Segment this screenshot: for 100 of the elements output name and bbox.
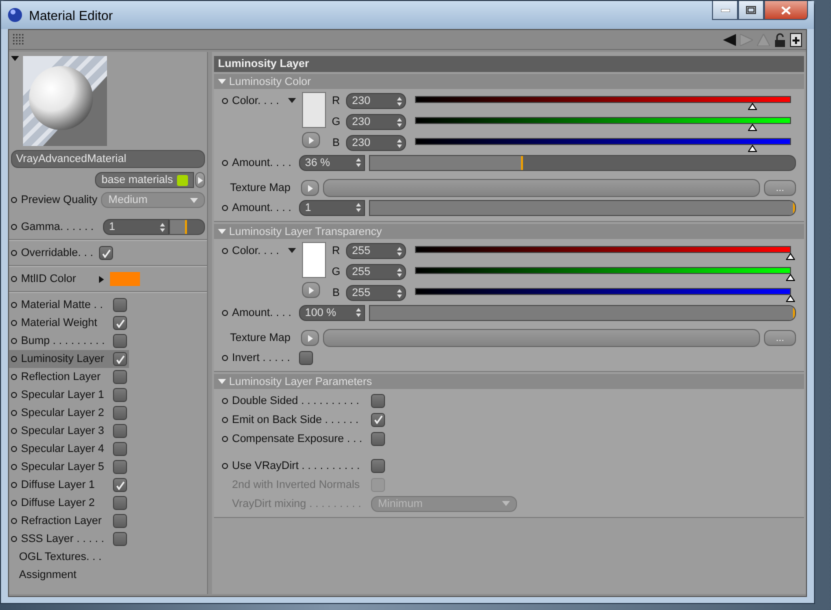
layer-row[interactable]: SSS Layer . . . . . bbox=[9, 530, 129, 548]
checkbox[interactable] bbox=[113, 496, 127, 510]
expand-button[interactable] bbox=[302, 132, 320, 148]
value-field[interactable]: 230 bbox=[346, 93, 406, 109]
layer-row[interactable]: Bump . . . . . . . . . bbox=[9, 332, 129, 350]
checkbox[interactable] bbox=[299, 350, 313, 364]
checkbox[interactable] bbox=[113, 442, 127, 456]
caret-icon bbox=[218, 229, 226, 234]
spin-arrows-icon[interactable] bbox=[397, 138, 402, 148]
checkbox[interactable] bbox=[371, 432, 385, 446]
slider-track[interactable] bbox=[369, 154, 796, 170]
menu-item[interactable]: OGL Textures. . . bbox=[19, 550, 102, 564]
slider-fill[interactable] bbox=[170, 220, 187, 234]
value-field[interactable]: 1 bbox=[299, 200, 365, 216]
expand-button[interactable] bbox=[301, 180, 319, 196]
layer-row[interactable]: Refraction Layer bbox=[9, 512, 129, 530]
spin-arrows-icon[interactable] bbox=[397, 268, 402, 276]
color-swatch[interactable] bbox=[302, 242, 326, 278]
value-field[interactable]: 100 % bbox=[299, 304, 365, 320]
material-name-field[interactable]: VrayAdvancedMaterial bbox=[11, 150, 205, 168]
checkbox[interactable] bbox=[113, 406, 127, 420]
layer-row[interactable]: Specular Layer 2 bbox=[9, 404, 129, 422]
spin-arrows-icon[interactable] bbox=[397, 96, 402, 106]
slider-thumb[interactable] bbox=[786, 274, 795, 281]
minimize-icon bbox=[720, 8, 730, 12]
checkbox[interactable] bbox=[113, 334, 127, 348]
browse-button[interactable]: ... bbox=[764, 330, 796, 346]
layer-row[interactable]: Specular Layer 3 bbox=[9, 422, 129, 440]
spin-arrows-icon[interactable] bbox=[397, 288, 402, 298]
checkbox[interactable] bbox=[371, 458, 385, 472]
color-swatch[interactable] bbox=[302, 92, 326, 128]
checkbox[interactable] bbox=[371, 394, 385, 408]
value-field[interactable]: 255 bbox=[346, 243, 406, 259]
slider-thumb[interactable] bbox=[786, 295, 795, 302]
value-field[interactable]: 36 % bbox=[299, 154, 365, 170]
field-label: Color. . . . bbox=[232, 244, 280, 258]
layer-row[interactable]: Diffuse Layer 2 bbox=[9, 494, 129, 512]
expand-button[interactable] bbox=[195, 172, 205, 188]
value-field[interactable]: 255 bbox=[346, 285, 406, 301]
back-arrow-icon[interactable] bbox=[723, 34, 736, 46]
channel-label: R bbox=[331, 244, 341, 258]
channel-label: R bbox=[331, 94, 341, 108]
caret-icon bbox=[218, 379, 226, 384]
layer-row[interactable]: Specular Layer 4 bbox=[9, 440, 129, 458]
color-swatch[interactable] bbox=[110, 272, 140, 286]
spin-arrows-icon[interactable] bbox=[397, 118, 402, 126]
value-field[interactable]: 230 bbox=[346, 114, 406, 130]
caret-icon bbox=[502, 501, 510, 506]
spin-arrows-icon[interactable] bbox=[160, 222, 165, 232]
lock-icon[interactable] bbox=[774, 32, 786, 46]
maximize-button[interactable] bbox=[738, 1, 764, 20]
layer-label: Specular Layer 1 bbox=[21, 388, 104, 402]
new-panel-icon[interactable] bbox=[790, 32, 802, 46]
slider-thumb[interactable] bbox=[786, 253, 795, 260]
animation-dot-icon bbox=[11, 446, 17, 452]
checkbox[interactable] bbox=[113, 514, 127, 528]
checkbox[interactable] bbox=[113, 388, 127, 402]
caret-icon bbox=[288, 248, 296, 253]
field-label: MtlID Color bbox=[21, 272, 78, 286]
grip-icon[interactable] bbox=[13, 34, 25, 46]
layer-row[interactable]: Luminosity Layer bbox=[9, 350, 129, 368]
channel-label: G bbox=[330, 115, 342, 129]
base-materials-button[interactable]: base materials bbox=[95, 172, 194, 188]
checkbox[interactable] bbox=[113, 316, 127, 330]
value-field[interactable]: 255 bbox=[346, 264, 406, 280]
animation-dot-icon bbox=[222, 354, 228, 360]
spin-arrows-icon[interactable] bbox=[356, 158, 361, 167]
spin-arrows-icon[interactable] bbox=[397, 246, 402, 256]
expand-button[interactable] bbox=[302, 282, 320, 298]
checkbox[interactable] bbox=[113, 424, 127, 438]
browse-button[interactable]: ... bbox=[764, 180, 796, 196]
checkbox[interactable] bbox=[113, 532, 127, 546]
slider-fill[interactable] bbox=[370, 156, 523, 170]
layer-label: SSS Layer . . . . . bbox=[21, 532, 104, 546]
layer-row[interactable]: Reflection Layer bbox=[9, 368, 129, 386]
checkbox[interactable] bbox=[99, 246, 113, 260]
field-label: Texture Map bbox=[230, 331, 292, 345]
layer-row[interactable]: Specular Layer 5 bbox=[9, 458, 129, 476]
layer-label: Diffuse Layer 1 bbox=[21, 478, 95, 492]
checkbox[interactable] bbox=[113, 460, 127, 474]
layer-row[interactable]: Specular Layer 1 bbox=[9, 386, 129, 404]
expand-button[interactable] bbox=[301, 330, 319, 346]
app-logo-icon bbox=[7, 7, 23, 23]
minimize-button[interactable] bbox=[712, 1, 738, 20]
value-field[interactable]: 1 bbox=[103, 219, 169, 235]
checkbox[interactable] bbox=[113, 298, 127, 312]
close-button[interactable] bbox=[764, 1, 808, 20]
animation-dot-icon bbox=[222, 310, 228, 316]
checkbox[interactable] bbox=[113, 370, 127, 384]
layer-row[interactable]: Material Weight bbox=[9, 314, 129, 332]
checkbox[interactable] bbox=[113, 478, 127, 492]
menu-item[interactable]: Assignment bbox=[19, 568, 76, 582]
spin-arrows-icon[interactable] bbox=[356, 203, 361, 212]
checkbox[interactable] bbox=[371, 412, 385, 426]
layer-row[interactable]: Material Matte . . bbox=[9, 296, 129, 314]
layer-row[interactable]: Diffuse Layer 1 bbox=[9, 476, 129, 494]
play-icon bbox=[198, 176, 202, 184]
checkbox[interactable] bbox=[113, 352, 127, 366]
spin-arrows-icon[interactable] bbox=[356, 308, 361, 317]
value-field[interactable]: 230 bbox=[346, 135, 406, 151]
